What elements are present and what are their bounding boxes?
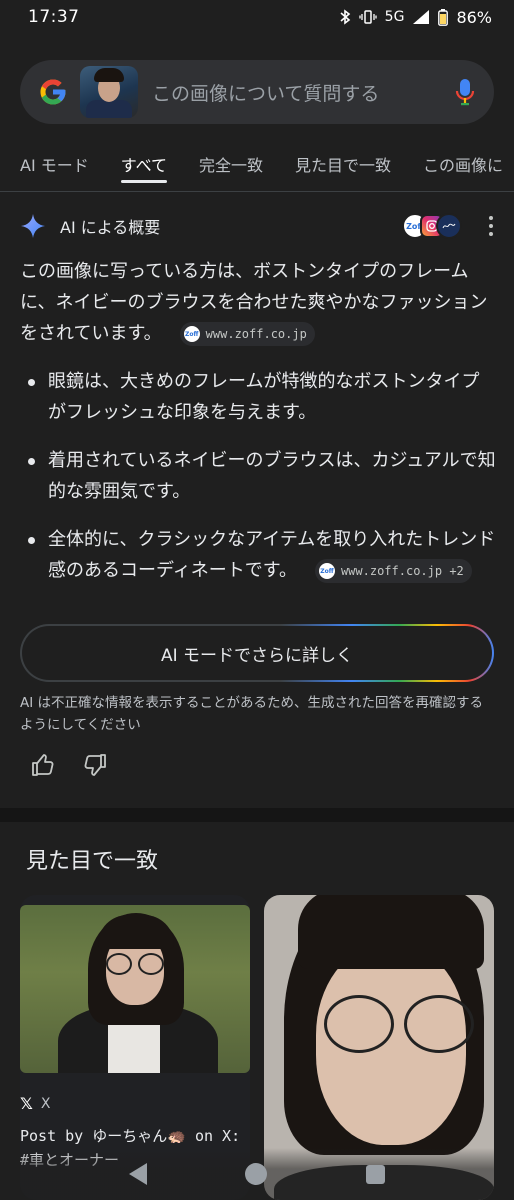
google-logo-icon bbox=[40, 79, 66, 105]
source-chip-label: www.zoff.co.jp bbox=[205, 326, 307, 341]
source-site-icon[interactable] bbox=[436, 213, 462, 239]
match-source[interactable]: 𝕏 X bbox=[20, 1094, 50, 1113]
lens-search-bar[interactable]: この画像について質問する bbox=[20, 60, 494, 124]
tab-visual-matches[interactable]: 見た目で一致 bbox=[295, 140, 391, 191]
visual-matches-title: 見た目で一致 bbox=[26, 849, 159, 874]
tab-all[interactable]: すべて bbox=[120, 140, 168, 191]
source-chip[interactable]: Zoff www.zoff.co.jp +2 bbox=[314, 559, 472, 583]
list-item: 全体的に、クラシックなアイテムを取り入れたトレンド感のあるコーディネートです。 Z… bbox=[20, 524, 496, 586]
ai-overview-header: AI による概要 Zoff bbox=[20, 208, 494, 244]
tab-about-image[interactable]: この画像に bbox=[423, 140, 503, 191]
search-tabs: AI モード すべて 完全一致 見た目で一致 この画像に bbox=[0, 140, 514, 192]
match-source-label: X bbox=[40, 1095, 51, 1112]
source-chip[interactable]: Zoff www.zoff.co.jp bbox=[179, 322, 315, 346]
ai-overview-bullets: 眼鏡は、大きめのフレームが特徴的なボストンタイプがフレッシュな印象を与えます。 … bbox=[20, 366, 496, 603]
status-bar: 17:37 5G 86% bbox=[0, 0, 514, 34]
vibrate-icon bbox=[359, 10, 377, 24]
status-icons: 5G 86% bbox=[339, 8, 492, 27]
mic-icon[interactable] bbox=[454, 77, 476, 107]
list-item: 着用されているネイビーのブラウスは、カジュアルで知的な雰囲気です。 bbox=[20, 445, 496, 507]
feedback-buttons bbox=[30, 752, 108, 778]
thumbs-up-icon[interactable] bbox=[30, 752, 56, 778]
status-time: 17:37 bbox=[28, 7, 80, 27]
source-icons[interactable]: Zoff bbox=[402, 213, 462, 239]
source-chip-label: www.zoff.co.jp +2 bbox=[340, 563, 464, 578]
gemini-sparkle-icon bbox=[21, 214, 45, 238]
network-type: 5G bbox=[384, 9, 405, 25]
zoff-favicon-icon: Zoff bbox=[318, 563, 335, 579]
battery-percent: 86% bbox=[456, 7, 492, 27]
ai-overview-title: AI による概要 bbox=[60, 218, 161, 237]
home-icon[interactable] bbox=[245, 1163, 268, 1185]
battery-icon bbox=[438, 8, 449, 26]
thumbs-down-icon[interactable] bbox=[82, 752, 108, 778]
search-input[interactable]: この画像について質問する bbox=[152, 79, 454, 106]
zoff-favicon-icon: Zoff bbox=[183, 326, 200, 342]
tab-exact-match[interactable]: 完全一致 bbox=[199, 140, 263, 191]
recent-apps-icon[interactable] bbox=[365, 1164, 385, 1184]
ai-disclaimer: AI は不正確な情報を表示することがあるため、生成された回答を再確認するようにし… bbox=[20, 695, 484, 733]
query-image-thumbnail[interactable] bbox=[80, 66, 138, 118]
tab-ai-mode[interactable]: AI モード bbox=[20, 140, 89, 191]
x-logo-icon: 𝕏 bbox=[20, 1094, 33, 1113]
bluetooth-icon bbox=[340, 9, 350, 25]
list-item: 眼鏡は、大きめのフレームが特徴的なボストンタイプがフレッシュな印象を与えます。 bbox=[20, 366, 496, 428]
ai-overview-summary: この画像に写っている方は、ボストンタイプのフレームに、ネイビーのブラウスを合わせ… bbox=[20, 256, 496, 349]
match-image[interactable] bbox=[20, 905, 250, 1073]
system-navigation-bar bbox=[0, 1148, 514, 1200]
back-icon[interactable] bbox=[129, 1163, 148, 1185]
signal-icon bbox=[413, 10, 430, 24]
more-options-icon[interactable] bbox=[488, 216, 494, 236]
section-divider bbox=[0, 808, 514, 822]
ai-mode-more-button[interactable]: AI モードでさらに詳しく bbox=[20, 624, 494, 682]
